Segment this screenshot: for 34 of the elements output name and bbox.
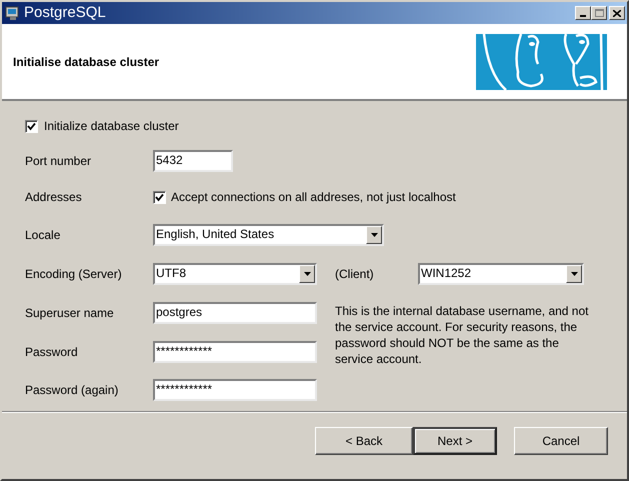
field-label: Password (again) <box>25 382 120 399</box>
maximize-icon <box>594 9 604 17</box>
input-field[interactable]: 5432 <box>153 150 233 172</box>
dropdown-value: UTF8 <box>155 265 187 282</box>
field-label: Addresses <box>25 189 83 206</box>
window-title: PostgreSQL <box>24 2 106 23</box>
close-icon <box>613 10 621 16</box>
dropdown-value: English, United States <box>155 226 276 243</box>
wizard-button[interactable]: Next > <box>413 427 497 455</box>
close-button[interactable] <box>609 6 625 20</box>
minimize-icon <box>580 15 586 17</box>
input-field[interactable]: ************ <box>153 341 317 363</box>
field-label: Locale <box>25 227 62 244</box>
dropdown[interactable]: English, United States <box>153 224 384 246</box>
dropdown[interactable]: UTF8 <box>153 263 317 285</box>
input-field[interactable]: ************ <box>153 379 317 401</box>
help-text: This is the internal database username, and not the service account. For security reasons, the password should NOT be the same as the service account. <box>335 303 590 367</box>
field-label: Port number <box>25 153 92 170</box>
minimize-button[interactable] <box>575 6 591 20</box>
field-label: (Client) <box>335 266 375 283</box>
input-field[interactable]: postgres <box>153 302 317 324</box>
dropdown-value: WIN1252 <box>420 265 472 282</box>
page-heading: Initialise database cluster <box>13 54 160 70</box>
field-label: Encoding (Server) <box>25 266 123 283</box>
field-label: Superuser name <box>25 305 115 322</box>
checkbox[interactable] <box>153 190 166 204</box>
checkbox-label: Initialize database cluster <box>44 118 179 135</box>
dropdown[interactable]: WIN1252 <box>418 263 584 285</box>
checkbox-label: Accept connections on all addreses, not just localhost <box>171 189 456 206</box>
maximize-button[interactable] <box>591 6 607 20</box>
field-label: Password <box>25 344 79 361</box>
wizard-button[interactable]: < Back <box>315 427 413 455</box>
wizard-button[interactable]: Cancel <box>514 427 608 455</box>
checkbox[interactable] <box>25 120 38 132</box>
